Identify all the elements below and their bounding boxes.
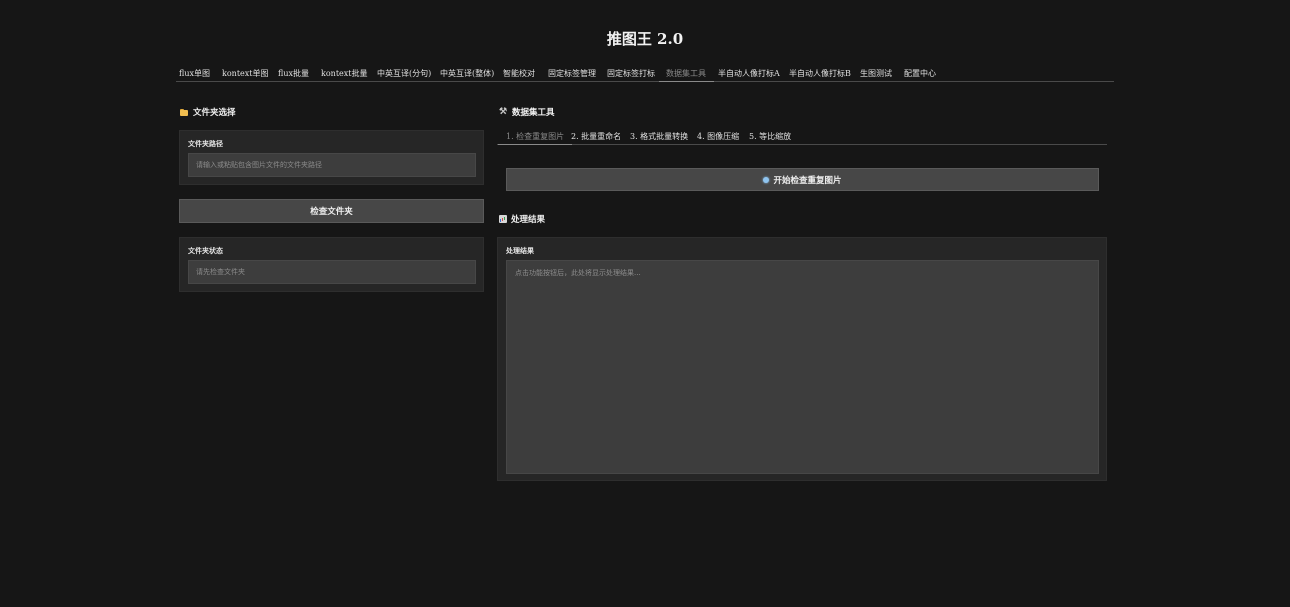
results-output[interactable]: 点击功能按钮后，此处将显示处理结果...: [506, 260, 1099, 474]
main-tab-bar: flux单图 kontext单图 flux批量 kontext批量 中英互译(分…: [176, 66, 1114, 82]
folder-select-heading: 文件夹选择: [180, 106, 236, 118]
tab-translate-whole[interactable]: 中英互译(整体): [440, 68, 494, 82]
tab-semi-auto-portrait-b[interactable]: 半自动人像打标B: [789, 68, 851, 82]
chart-icon: [499, 215, 507, 223]
subtab-proportional-scale[interactable]: 5. 等比缩放: [749, 131, 791, 145]
app-window: 推图王 2.0 flux单图 kontext单图 flux批量 kontext批…: [0, 0, 1290, 607]
tab-fixed-tag-manage[interactable]: 固定标签管理: [548, 68, 596, 82]
tab-image-gen-test[interactable]: 生图测试: [860, 68, 892, 82]
subtab-image-compress[interactable]: 4. 图像压缩: [697, 131, 739, 145]
results-heading: 处理结果: [499, 213, 545, 225]
folder-select-heading-text: 文件夹选择: [193, 108, 236, 118]
tab-dataset-tools[interactable]: 数据集工具: [659, 68, 714, 82]
tab-flux-batch[interactable]: flux批量: [278, 68, 309, 82]
start-check-duplicates-label: 开始检查重复图片: [773, 175, 842, 186]
dataset-tools-heading: ⚒ 数据集工具: [499, 106, 555, 118]
tab-fixed-tag-label[interactable]: 固定标签打标: [607, 68, 655, 82]
tab-semi-auto-portrait-a[interactable]: 半自动人像打标A: [718, 68, 780, 82]
dataset-tools-heading-text: 数据集工具: [512, 108, 555, 118]
results-panel: 处理结果 点击功能按钮后，此处将显示处理结果...: [497, 237, 1107, 481]
tools-icon: ⚒: [499, 106, 508, 117]
check-folder-button[interactable]: 检查文件夹: [179, 199, 484, 223]
folder-path-input[interactable]: [188, 153, 476, 177]
results-heading-text: 处理结果: [511, 215, 546, 225]
subtab-batch-rename[interactable]: 2. 批量重命名: [571, 131, 621, 145]
app-title: 推图王 2.0: [606, 30, 684, 48]
tab-smart-proofread[interactable]: 智能校对: [503, 68, 535, 82]
tab-config-center[interactable]: 配置中心: [904, 68, 936, 82]
bulb-icon: [763, 176, 770, 183]
tab-flux-single[interactable]: flux单图: [179, 68, 210, 82]
subtab-format-convert[interactable]: 3. 格式批量转换: [630, 131, 688, 145]
dataset-subtab-bar: 1. 检查重复图片 2. 批量重命名 3. 格式批量转换 4. 图像压缩 5. …: [497, 130, 1107, 145]
folder-path-panel: 文件夹路径: [179, 130, 484, 185]
folder-icon: [180, 108, 189, 117]
folder-status-label: 文件夹状态: [188, 246, 223, 255]
folder-path-label: 文件夹路径: [188, 139, 223, 148]
check-folder-button-label: 检查文件夹: [310, 207, 353, 217]
tab-kontext-single[interactable]: kontext单图: [222, 68, 269, 82]
subtab-check-duplicates[interactable]: 1. 检查重复图片: [498, 131, 573, 145]
start-check-duplicates-button[interactable]: 开始检查重复图片: [506, 168, 1099, 191]
tab-translate-sentence[interactable]: 中英互译(分句): [377, 68, 431, 82]
results-label: 处理结果: [506, 246, 534, 255]
tab-kontext-batch[interactable]: kontext批量: [321, 68, 368, 82]
folder-status-field[interactable]: [188, 260, 476, 284]
folder-status-panel: 文件夹状态: [179, 237, 484, 292]
